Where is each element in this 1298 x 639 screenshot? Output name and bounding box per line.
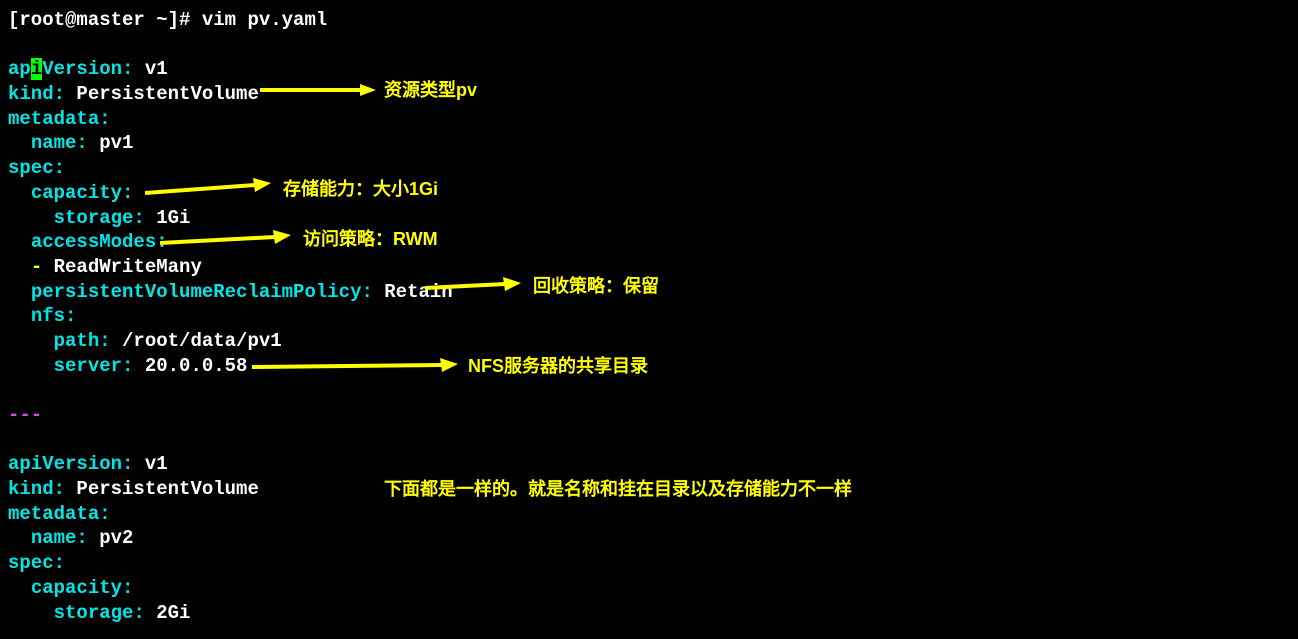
blank-line [8, 428, 1290, 453]
annotation-kind: 资源类型pv [384, 79, 477, 102]
annotation-accessmodes: 访问策略：RWM [303, 228, 438, 251]
yaml-metadata-2[interactable]: metadata: [8, 502, 1290, 527]
yaml-name-2[interactable]: name: pv2 [8, 526, 1290, 551]
yaml-nfs-1[interactable]: nfs: [8, 304, 1290, 329]
yaml-name-1[interactable]: name: pv1 [8, 131, 1290, 156]
yaml-spec-2[interactable]: spec: [8, 551, 1290, 576]
terminal-prompt: [root@master ~]# vim pv.yaml [8, 8, 1290, 33]
yaml-storage-1[interactable]: storage: 1Gi [8, 206, 1290, 231]
yaml-spec-1[interactable]: spec: [8, 156, 1290, 181]
yaml-storage-2[interactable]: storage: 2Gi [8, 601, 1290, 626]
yaml-apiversion-2[interactable]: apiVersion: v1 [8, 452, 1290, 477]
yaml-server-1[interactable]: server: 20.0.0.58 [8, 354, 1290, 379]
yaml-apiversion-1[interactable]: apiVersion: v1 [8, 57, 1290, 82]
cursor: i [31, 58, 42, 80]
annotation-server: NFS服务器的共享目录 [468, 355, 648, 378]
blank-line [8, 33, 1290, 58]
yaml-capacity-1[interactable]: capacity: [8, 181, 1290, 206]
yaml-accessmodes-1[interactable]: accessModes: [8, 230, 1290, 255]
annotation-section2: 下面都是一样的。就是名称和挂在目录以及存储能力不一样 [384, 478, 852, 501]
yaml-capacity-2[interactable]: capacity: [8, 576, 1290, 601]
yaml-separator[interactable]: --- [8, 403, 1290, 428]
annotation-capacity: 存储能力：大小1Gi [283, 178, 438, 201]
yaml-kind-1[interactable]: kind: PersistentVolume [8, 82, 1290, 107]
blank-line [8, 378, 1290, 403]
annotation-reclaimpolicy: 回收策略：保留 [533, 275, 659, 298]
yaml-path-1[interactable]: path: /root/data/pv1 [8, 329, 1290, 354]
yaml-metadata-1[interactable]: metadata: [8, 107, 1290, 132]
